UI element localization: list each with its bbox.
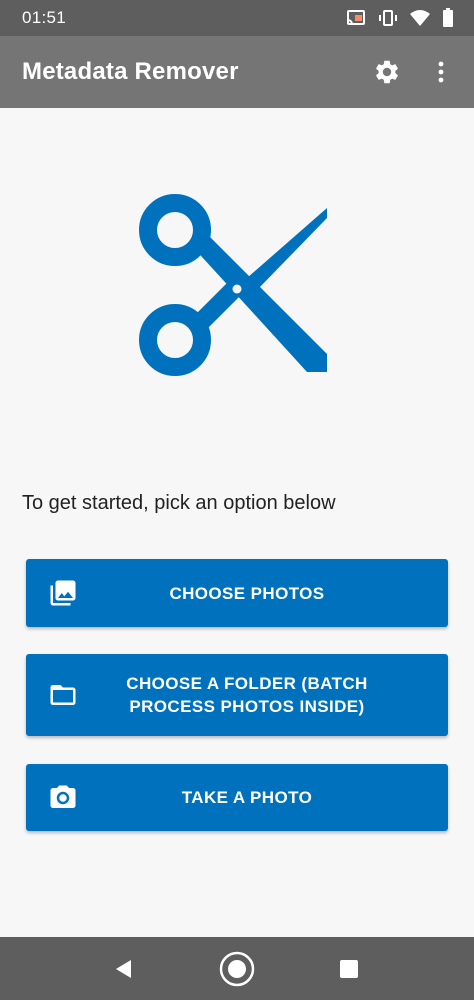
back-button[interactable]: [94, 937, 154, 1000]
settings-button[interactable]: [370, 55, 404, 89]
vibrate-icon: [378, 9, 398, 27]
status-bar: 01:51: [0, 0, 474, 36]
wifi-icon: [410, 9, 430, 27]
take-photo-button[interactable]: TAKE A PHOTO: [26, 764, 448, 831]
system-nav-bar: [0, 937, 474, 1000]
home-button[interactable]: [207, 937, 267, 1000]
recents-icon: [340, 959, 358, 978]
choose-photos-label: CHOOSE PHOTOS: [169, 583, 325, 603]
recents-button[interactable]: [319, 937, 379, 1000]
hero-illustration: [137, 190, 337, 390]
battery-icon: [442, 8, 454, 28]
choose-folder-button[interactable]: CHOOSE A FOLDER (BATCH PROCESS PHOTOS IN…: [26, 654, 448, 736]
folder-icon: [48, 680, 78, 710]
choose-folder-label: CHOOSE A FOLDER (BATCH PROCESS PHOTOS IN…: [126, 674, 368, 716]
camera-icon: [48, 783, 78, 813]
scissors-icon: [139, 194, 327, 376]
app-actions: [370, 55, 458, 89]
more-options-button[interactable]: [424, 55, 458, 89]
cast-icon: [346, 9, 366, 27]
photo-library-icon: [48, 578, 78, 608]
app-title: Metadata Remover: [22, 58, 239, 85]
settings-icon: [376, 60, 398, 84]
status-time: 01:51: [22, 8, 67, 27]
take-photo-label: TAKE A PHOTO: [181, 788, 313, 807]
status-icons: [346, 8, 454, 28]
home-icon: [219, 951, 255, 986]
app-bar: Metadata Remover: [0, 36, 474, 108]
choose-photos-button[interactable]: CHOOSE PHOTOS: [26, 559, 448, 627]
back-icon: [116, 959, 131, 978]
instruction-text: To get started, pick an option below: [22, 492, 336, 514]
more-vert-icon: [438, 61, 444, 83]
